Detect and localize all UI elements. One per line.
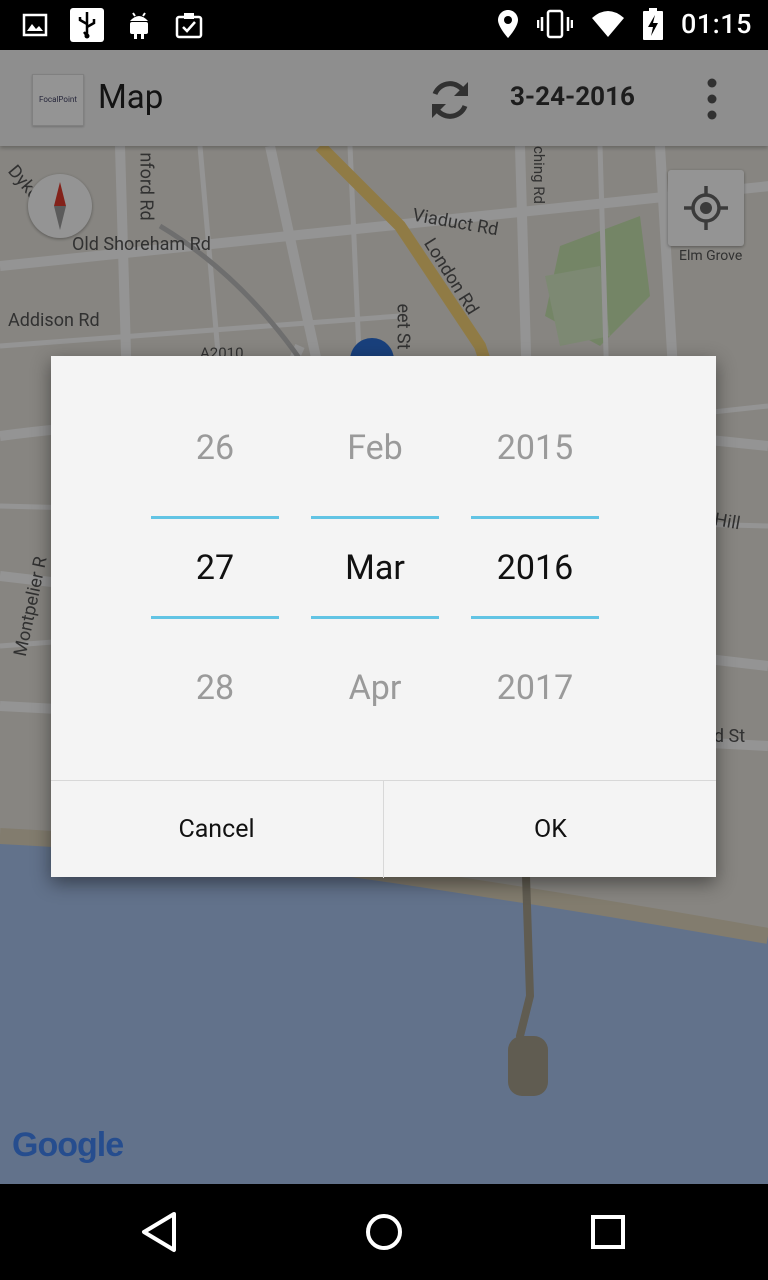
year-picker[interactable]: 2015 2016 2017 bbox=[471, 356, 599, 780]
day-prev[interactable]: 26 bbox=[151, 428, 279, 468]
status-time: 01:15 bbox=[680, 8, 752, 40]
date-picker-dialog: 26 27 28 Feb Mar Apr 2015 2016 2017 Canc… bbox=[51, 356, 716, 878]
home-icon[interactable] bbox=[360, 1208, 408, 1256]
navigation-bar bbox=[0, 1184, 768, 1280]
day-current[interactable]: 27 bbox=[151, 548, 279, 588]
selection-divider bbox=[311, 516, 439, 519]
cancel-button[interactable]: Cancel bbox=[51, 781, 382, 878]
ok-button[interactable]: OK bbox=[383, 781, 717, 878]
android-icon bbox=[126, 9, 152, 41]
month-next[interactable]: Apr bbox=[311, 668, 439, 708]
wifi-icon bbox=[591, 10, 625, 38]
selection-divider bbox=[471, 516, 599, 519]
status-bar: 01:15 bbox=[0, 0, 768, 50]
year-prev[interactable]: 2015 bbox=[471, 428, 599, 468]
vibrate-icon bbox=[536, 9, 573, 39]
month-picker[interactable]: Feb Mar Apr bbox=[311, 356, 439, 780]
selection-divider bbox=[151, 616, 279, 619]
recents-icon[interactable] bbox=[584, 1208, 632, 1256]
back-icon[interactable] bbox=[136, 1208, 184, 1256]
selection-divider bbox=[151, 516, 279, 519]
location-icon bbox=[497, 9, 519, 39]
selection-divider bbox=[471, 616, 599, 619]
image-icon bbox=[22, 12, 48, 38]
month-prev[interactable]: Feb bbox=[311, 428, 439, 468]
dialog-button-bar: Cancel OK bbox=[51, 780, 716, 878]
day-picker[interactable]: 26 27 28 bbox=[151, 356, 279, 780]
selection-divider bbox=[311, 616, 439, 619]
month-current[interactable]: Mar bbox=[311, 548, 439, 588]
day-next[interactable]: 28 bbox=[151, 668, 279, 708]
battery-charging-icon bbox=[642, 8, 663, 40]
year-current[interactable]: 2016 bbox=[471, 548, 599, 588]
usb-icon bbox=[70, 8, 104, 42]
year-next[interactable]: 2017 bbox=[471, 668, 599, 708]
clipboard-check-icon bbox=[174, 10, 204, 40]
